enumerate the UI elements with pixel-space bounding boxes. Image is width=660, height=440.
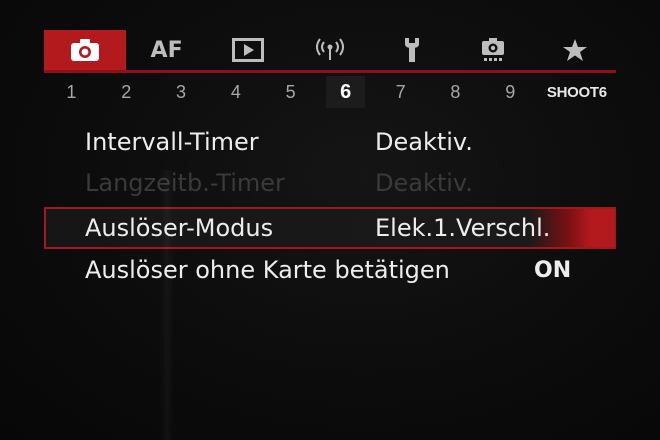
- menu-item-shutter-mode[interactable]: Auslöser-Modus Elek.1.Verschl.: [44, 207, 616, 249]
- tab-playback[interactable]: [207, 30, 289, 70]
- shoot-page-indicator: SHOOT6: [546, 83, 607, 101]
- star-icon: [562, 38, 588, 62]
- menu-item-interval-timer[interactable]: Intervall-Timer Deaktiv.: [44, 122, 616, 163]
- menu-item-value: Elek.1.Verschl.: [375, 214, 551, 242]
- subtab-7[interactable]: 7: [373, 82, 428, 103]
- subtab-9[interactable]: 9: [483, 82, 538, 103]
- tab-my-menu[interactable]: [534, 30, 616, 70]
- tab-wireless[interactable]: [289, 30, 371, 70]
- tab-underline: [44, 70, 616, 73]
- menu-item-label: Langzeitb.-Timer: [85, 169, 285, 197]
- subtab-8[interactable]: 8: [428, 82, 483, 103]
- wrench-icon: [400, 37, 424, 63]
- menu-item-value: ON: [534, 258, 572, 283]
- custom-camera-icon: [479, 36, 507, 64]
- main-tab-bar: AF: [44, 30, 616, 70]
- subtab-2[interactable]: 2: [99, 82, 154, 103]
- tab-setup[interactable]: [371, 30, 453, 70]
- menu-item-value: Deaktiv.: [375, 128, 473, 156]
- menu-item-bulb-timer: Langzeitb.-Timer Deaktiv.: [44, 163, 616, 204]
- tab-af-label: AF: [150, 37, 183, 63]
- tab-af[interactable]: AF: [126, 30, 208, 70]
- tab-shooting[interactable]: [44, 30, 126, 70]
- tab-custom[interactable]: [453, 30, 535, 70]
- camera-icon: [70, 38, 100, 62]
- play-icon: [232, 38, 265, 62]
- menu-item-label: Auslöser ohne Karte betätigen: [85, 256, 450, 284]
- wireless-icon: [314, 38, 346, 62]
- subtab-6-active[interactable]: 6: [326, 76, 366, 108]
- subtab-1[interactable]: 1: [44, 82, 99, 103]
- menu-item-label: Intervall-Timer: [85, 128, 259, 156]
- subtab-3[interactable]: 3: [154, 82, 209, 103]
- subtab-4[interactable]: 4: [208, 82, 263, 103]
- sub-tab-bar: 1 2 3 4 5 6 7 8 9 SHOOT6: [44, 75, 616, 109]
- subtab-5[interactable]: 5: [263, 82, 318, 103]
- camera-menu-screen: AF 1 2 3 4 5 6 7 8 9 SHOOT6 Intervall-Ti…: [0, 0, 660, 440]
- menu-item-value: Deaktiv.: [375, 169, 473, 197]
- menu-list: Intervall-Timer Deaktiv. Langzeitb.-Time…: [44, 122, 616, 291]
- menu-item-release-without-card[interactable]: Auslöser ohne Karte betätigen ON: [44, 250, 616, 291]
- menu-item-label: Auslöser-Modus: [85, 214, 274, 242]
